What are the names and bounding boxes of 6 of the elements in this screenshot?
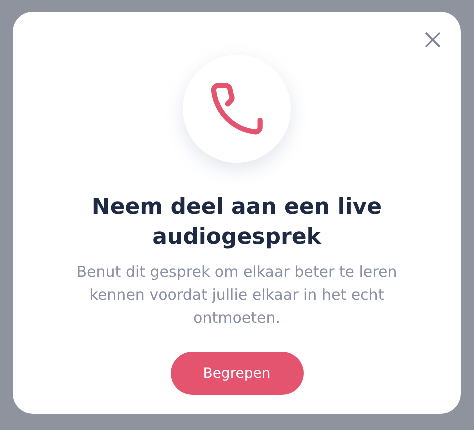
close-icon [425,32,441,48]
phone-icon [209,81,265,137]
close-button[interactable] [425,32,441,48]
dialog-title: Neem deel aan een live audiogesprek [90,194,384,252]
dialog-message: Benut dit gesprek om elkaar beter te leren kennen voordat jullie elkaar in het echt ontmoeten. [76,262,398,329]
got-it-button[interactable]: Begrepen [170,352,304,395]
